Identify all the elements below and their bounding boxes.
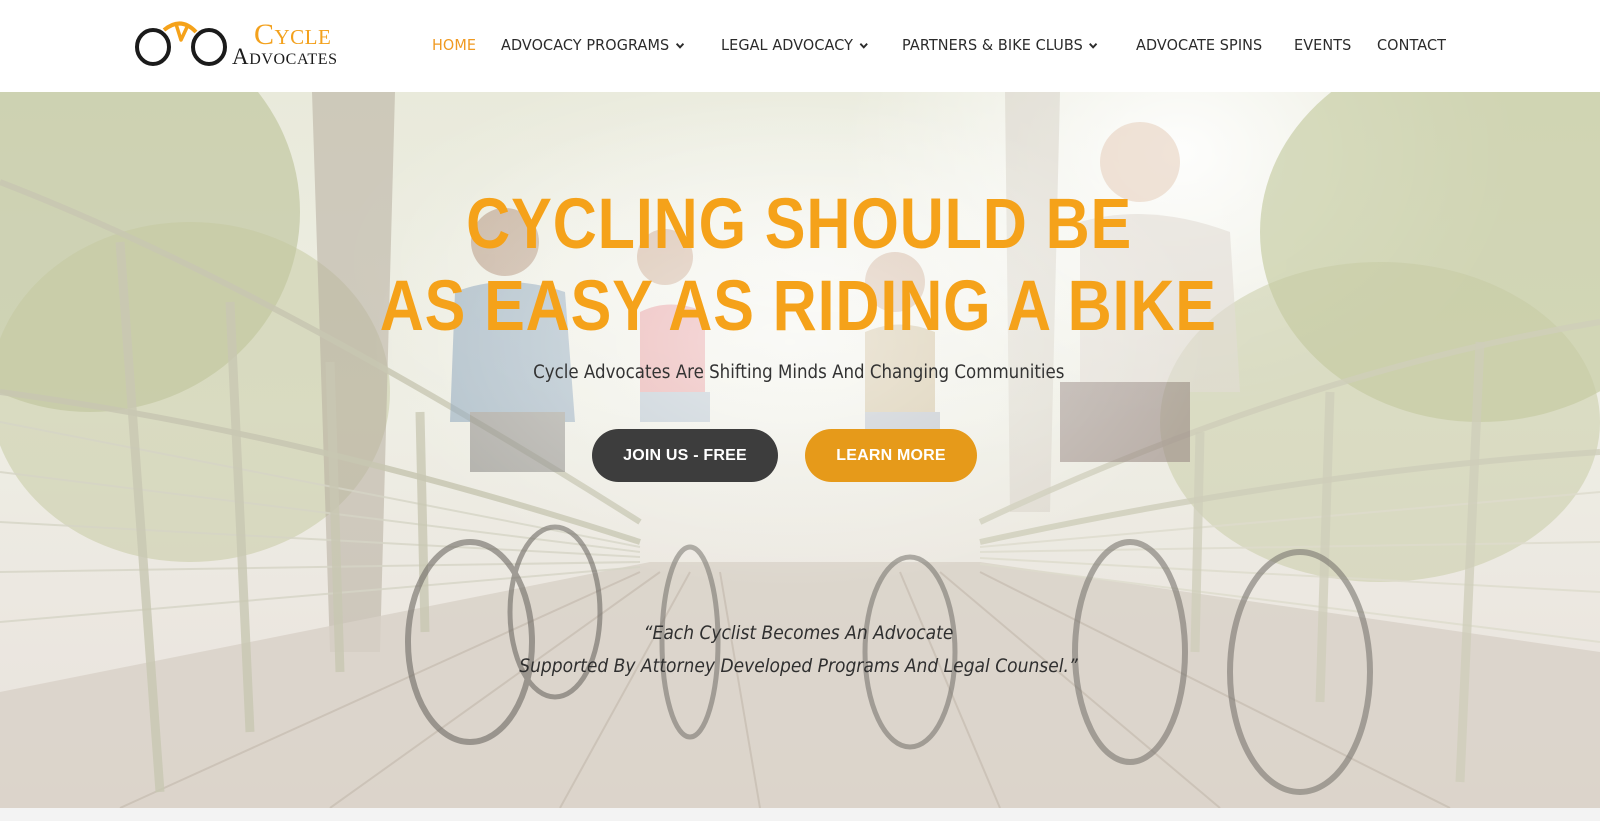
main-nav: HOME ADVOCACY PROGRAMS LEGAL ADVOCACY PA… bbox=[432, 30, 1473, 60]
nav-item-contact[interactable]: CONTACT bbox=[1377, 36, 1446, 54]
chevron-down-icon bbox=[676, 42, 685, 49]
section-divider bbox=[0, 808, 1600, 821]
nav-label: PARTNERS & BIKE CLUBS bbox=[902, 36, 1084, 54]
site-logo[interactable]: Cycle Advocates bbox=[134, 18, 384, 74]
learn-more-button[interactable]: LEARN MORE bbox=[805, 429, 977, 482]
hero-quote-line2: Supported By Attorney Developed Programs… bbox=[519, 655, 1078, 677]
nav-label: EVENTS bbox=[1293, 36, 1351, 54]
nav-label: HOME bbox=[432, 36, 477, 54]
chevron-down-icon bbox=[859, 42, 869, 49]
nav-label: ADVOCACY PROGRAMS bbox=[501, 36, 670, 54]
nav-label: CONTACT bbox=[1377, 36, 1447, 54]
nav-item-legal-advocacy[interactable]: LEGAL ADVOCACY bbox=[721, 36, 869, 54]
nav-label: ADVOCATE SPINS bbox=[1135, 36, 1263, 54]
nav-item-events[interactable]: EVENTS bbox=[1294, 36, 1351, 54]
nav-item-advocacy-programs[interactable]: ADVOCACY PROGRAMS bbox=[501, 36, 685, 54]
hero-subtitle: Cycle Advocates Are Shifting Minds And C… bbox=[533, 362, 1065, 383]
logo-word-advocates: Advocates bbox=[232, 44, 338, 69]
hero-title-line2: AS EASY AS RIDING A BIKE bbox=[379, 267, 1217, 346]
chevron-down-icon bbox=[1089, 42, 1098, 49]
nav-item-advocate-spins[interactable]: ADVOCATE SPINS bbox=[1136, 36, 1262, 54]
join-us-button[interactable]: JOIN US - FREE bbox=[592, 429, 778, 482]
site-header: Cycle Advocates HOME ADVOCACY PROGRAMS L… bbox=[0, 0, 1600, 92]
hero-quote-line1: “Each Cyclist Becomes An Advocate bbox=[643, 622, 954, 644]
hero-section: CYCLING SHOULD BE AS EASY AS RIDING A BI… bbox=[0, 92, 1600, 808]
hero-title-line1: CYCLING SHOULD BE bbox=[466, 185, 1133, 264]
nav-item-home[interactable]: HOME bbox=[432, 36, 476, 54]
nav-label: LEGAL ADVOCACY bbox=[721, 36, 854, 54]
nav-item-partners-bike-clubs[interactable]: PARTNERS & BIKE CLUBS bbox=[902, 36, 1099, 54]
